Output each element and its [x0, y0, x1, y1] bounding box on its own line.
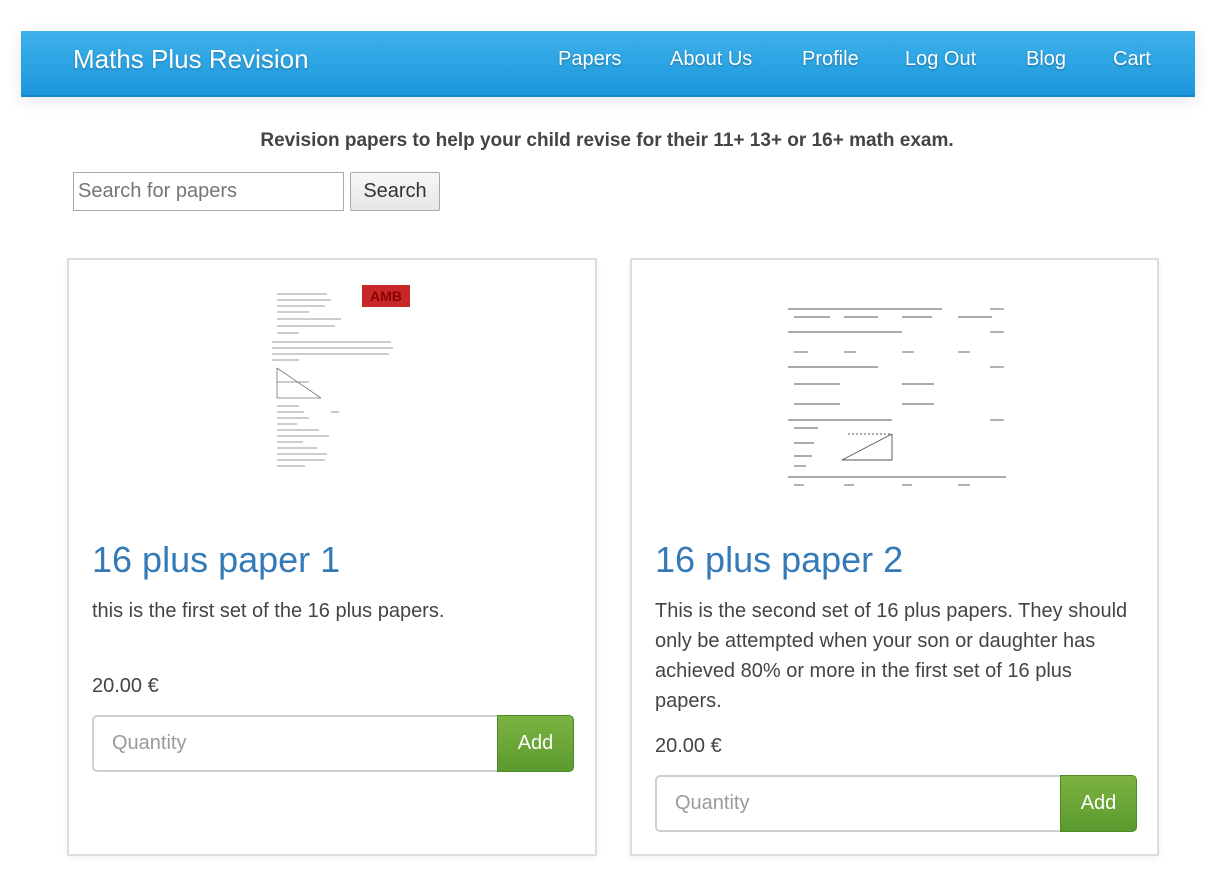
add-to-cart-form: Add — [92, 715, 574, 772]
product-title-link[interactable]: 16 plus paper 1 — [92, 540, 340, 580]
product-price: 20.00 € — [655, 735, 722, 757]
add-to-cart-button[interactable]: Add — [497, 715, 574, 772]
search-button[interactable]: Search — [350, 172, 440, 211]
nav-item-about-us[interactable]: About Us — [670, 45, 752, 73]
nav-item-log-out[interactable]: Log Out — [905, 45, 976, 73]
product-card: 16 plus paper 2 This is the second set o… — [630, 258, 1159, 856]
quantity-input[interactable] — [655, 775, 1061, 832]
add-to-cart-button[interactable]: Add — [1060, 775, 1137, 832]
brand-link[interactable]: Maths Plus Revision — [73, 43, 309, 75]
product-price: 20.00 € — [92, 675, 159, 697]
nav-item-profile[interactable]: Profile — [802, 45, 859, 73]
search-input[interactable] — [73, 172, 344, 211]
nav-item-papers[interactable]: Papers — [558, 45, 621, 73]
quantity-input[interactable] — [92, 715, 498, 772]
nav-item-cart[interactable]: Cart — [1113, 45, 1151, 73]
product-thumbnail[interactable] — [782, 302, 1012, 492]
paper-preview-image: AMB — [272, 285, 410, 467]
thumbnail-logo: AMB — [370, 288, 402, 304]
product-description: This is the second set of 16 plus papers… — [655, 600, 1128, 712]
product-title-link[interactable]: 16 plus paper 2 — [655, 540, 903, 580]
product-card: AMB 16 plus paper 1 this is the first se… — [67, 258, 597, 856]
product-description: this is the first set of the 16 plus pap… — [92, 600, 445, 622]
page-tagline: Revision papers to help your child revis… — [260, 130, 954, 151]
nav-item-blog[interactable]: Blog — [1026, 45, 1066, 73]
add-to-cart-form: Add — [655, 775, 1137, 832]
product-thumbnail[interactable]: AMB — [269, 282, 414, 467]
top-navbar: Maths Plus Revision Papers About Us Prof… — [21, 31, 1195, 97]
paper-preview-image — [788, 308, 1006, 486]
